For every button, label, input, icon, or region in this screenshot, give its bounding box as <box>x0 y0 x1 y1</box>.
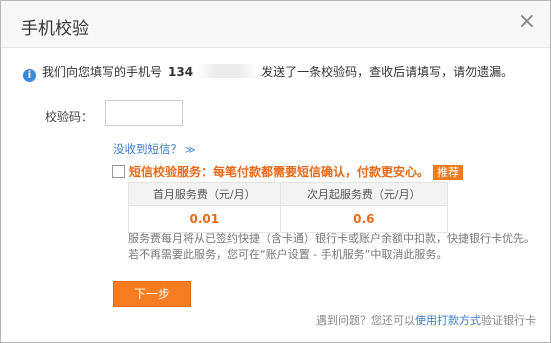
resend-link[interactable]: 没收到短信？ ≫ <box>113 141 195 157</box>
fee-header-first-month: 首月服务费（元/月） <box>128 182 281 206</box>
next-step-button[interactable]: 下一步 <box>113 281 191 307</box>
chevron-down-icon: ≫ <box>185 145 196 156</box>
service-desc-line2: 若不再需要此服务，您可在“账户设置 - 手机服务”中取消此服务。 <box>128 248 448 261</box>
footer-text-after: 验证银行卡 <box>481 314 536 327</box>
service-description: 服务费每月将从已签约快捷（含卡通）银行卡或账户余额中扣款，快捷银行卡优先。 若不… <box>128 231 543 263</box>
notice-text-after: 发送了一条校验码，查收后请填写，请勿遗漏。 <box>261 65 514 79</box>
close-icon[interactable]: × <box>518 9 536 35</box>
recommend-badge: 推荐 <box>433 165 464 180</box>
fee-next-month-value: 0.6 <box>279 205 449 233</box>
footer-text-before: 遇到问题？您还可以 <box>316 314 415 327</box>
service-desc-line1: 服务费每月将从已签约快捷（含卡通）银行卡或账户余额中扣款，快捷银行卡优先。 <box>128 232 535 245</box>
notice-text-before: 我们向您填写的手机号 <box>42 65 163 79</box>
fee-header-next-month: 次月起服务费（元/月） <box>279 182 449 206</box>
footer-help: 遇到问题？您还可以使用打款方式验证银行卡 <box>316 312 536 328</box>
code-label: 校验码： <box>45 110 94 124</box>
transfer-verify-link[interactable]: 使用打款方式 <box>415 314 481 327</box>
fee-table-header-row: 首月服务费（元/月） 次月起服务费（元/月） <box>128 182 449 206</box>
info-icon: i <box>23 69 36 82</box>
sms-service-option: 短信校验服务：每笔付款都需要短信确认，付款更安心。 推荐 <box>112 163 464 180</box>
code-input[interactable] <box>105 100 183 126</box>
sms-service-checkbox[interactable] <box>112 165 125 178</box>
dialog-header: 手机校验 × <box>1 1 550 48</box>
phone-masked <box>197 64 258 78</box>
fee-first-month-value: 0.01 <box>128 205 281 233</box>
dialog-title: 手机校验 <box>21 19 89 39</box>
verification-dialog: 手机校验 × i 我们向您填写的手机号 134 发送了一条校验码，查收后请填写，请勿遗… <box>0 0 551 343</box>
sms-service-title: 短信校验服务：每笔付款都需要短信确认，付款更安心。 <box>129 165 430 179</box>
fee-table-row: 0.01 0.6 <box>128 205 449 233</box>
phone-prefix: 134 <box>168 65 194 79</box>
sms-sent-notice: i 我们向您填写的手机号 134 发送了一条校验码，查收后请填写，请勿遗漏。 <box>23 63 514 82</box>
fee-table: 首月服务费（元/月） 次月起服务费（元/月） 0.01 0.6 <box>128 182 449 233</box>
resend-link-label: 没收到短信？ <box>113 142 182 156</box>
